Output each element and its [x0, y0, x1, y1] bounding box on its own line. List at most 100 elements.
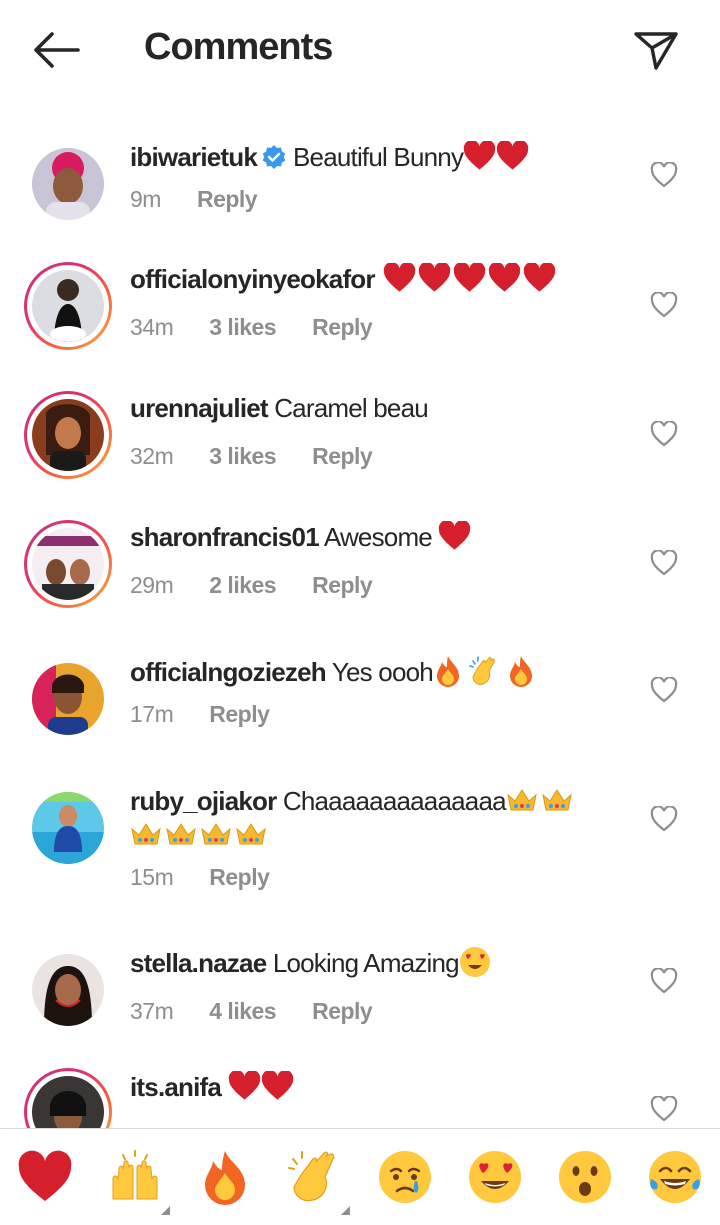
- heart-eyes-face-icon[interactable]: [467, 1149, 523, 1205]
- comment-meta: 9m Reply: [130, 186, 293, 213]
- comment-time: 17m: [130, 701, 174, 727]
- comment-meta: 34m 3 likes Reply: [130, 314, 408, 341]
- reply-button[interactable]: Reply: [197, 186, 258, 213]
- comment-username[interactable]: officialngoziezeh: [130, 657, 327, 687]
- heart-eyes-face-icon: [459, 947, 491, 978]
- comment-body: Beautiful Bunny: [293, 142, 464, 172]
- crown-icon: [506, 786, 541, 816]
- comment-body: Yes oooh: [331, 657, 434, 687]
- comment-username[interactable]: officialonyinyeokafor: [130, 264, 376, 294]
- red-heart-icon: [463, 140, 496, 172]
- comment-username[interactable]: its.anifa: [130, 1072, 222, 1102]
- avatar[interactable]: [24, 784, 112, 872]
- crown-icon: [165, 820, 200, 850]
- avatar[interactable]: [24, 1068, 112, 1130]
- crying-face-icon[interactable]: [377, 1149, 433, 1205]
- reply-button[interactable]: Reply: [209, 701, 270, 728]
- emoji-quick-bar: [0, 1128, 720, 1225]
- like-heart-icon[interactable]: [650, 161, 678, 188]
- crown-icon: [541, 786, 576, 816]
- comment-body: Caramel beau: [274, 393, 429, 423]
- more-variants-indicator: [161, 1206, 170, 1215]
- like-heart-icon[interactable]: [650, 291, 678, 318]
- more-variants-indicator: [341, 1206, 350, 1215]
- comment-meta: 29m 2 likes Reply: [130, 572, 408, 599]
- red-heart-icon: [486, 262, 521, 294]
- reply-button[interactable]: Reply: [312, 998, 373, 1025]
- comment-username[interactable]: ruby_ojiakor: [130, 786, 277, 816]
- comment-username[interactable]: stella.nazae: [130, 948, 267, 978]
- avatar[interactable]: [24, 946, 112, 1034]
- red-heart-icon: [381, 262, 416, 294]
- like-heart-icon[interactable]: [650, 805, 678, 832]
- comment-meta: 37m 4 likes Reply: [130, 998, 408, 1025]
- avatar[interactable]: [24, 655, 112, 743]
- send-icon[interactable]: [630, 26, 682, 74]
- comment-text: officialonyinyeokafor: [130, 262, 610, 296]
- verified-badge-icon: [261, 144, 287, 170]
- red-heart-icon: [521, 262, 556, 294]
- reply-button[interactable]: Reply: [209, 864, 270, 891]
- comment-time: 32m: [130, 443, 174, 469]
- clapping-hands-icon[interactable]: [287, 1149, 343, 1205]
- comment-text: its.anifa: [130, 1070, 610, 1104]
- page-title: Comments: [144, 26, 333, 68]
- comment-username[interactable]: sharonfrancis01: [130, 522, 320, 552]
- raising-hands-icon[interactable]: [107, 1149, 163, 1205]
- crown-icon: [130, 820, 165, 850]
- avatar[interactable]: [24, 140, 112, 228]
- like-heart-icon[interactable]: [650, 549, 678, 576]
- tears-of-joy-face-icon[interactable]: [647, 1149, 703, 1205]
- reply-button[interactable]: Reply: [312, 314, 373, 341]
- fire-icon: [506, 656, 536, 687]
- comment-time: 29m: [130, 572, 174, 598]
- reply-button[interactable]: Reply: [312, 572, 373, 599]
- avatar[interactable]: [24, 520, 112, 608]
- comment-username[interactable]: urennajuliet: [130, 393, 269, 423]
- comment-text: ibiwarietuk Beautiful Bunny: [130, 140, 610, 174]
- comment-list[interactable]: ibiwarietuk Beautiful Bunny 9m Reply offic…: [0, 100, 720, 1130]
- comment-text: stella.nazae Looking Amazing: [130, 946, 610, 980]
- like-heart-icon[interactable]: [650, 676, 678, 703]
- red-heart-icon: [261, 1070, 294, 1102]
- comment-meta: 17m Reply: [130, 701, 305, 728]
- crown-icon: [235, 820, 270, 850]
- comment-text: sharonfrancis01 Awesome: [130, 520, 610, 554]
- fire-icon: [433, 656, 463, 687]
- comment-text: urennajuliet Caramel beau: [130, 391, 610, 425]
- reply-button[interactable]: Reply: [312, 443, 373, 470]
- comment-time: 9m: [130, 186, 161, 212]
- comment-username[interactable]: ibiwarietuk: [130, 142, 258, 172]
- likes-count[interactable]: 4 likes: [209, 998, 276, 1025]
- comment-meta: 32m 3 likes Reply: [130, 443, 408, 470]
- red-heart-icon: [438, 520, 471, 552]
- red-heart-icon: [416, 262, 451, 294]
- likes-count[interactable]: 2 likes: [209, 572, 276, 599]
- clapping-hands-icon: [469, 656, 499, 687]
- red-heart-icon: [451, 262, 486, 294]
- crown-icon: [200, 820, 235, 850]
- like-heart-icon[interactable]: [650, 967, 678, 994]
- avatar[interactable]: [24, 391, 112, 479]
- red-heart-icon: [496, 140, 529, 172]
- comment-text: ruby_ojiakor Chaaaaaaaaaaaaaa: [130, 784, 610, 852]
- like-heart-icon[interactable]: [650, 1095, 678, 1122]
- comment-meta: 15m Reply: [130, 864, 305, 891]
- likes-count[interactable]: 3 likes: [209, 314, 276, 341]
- comment-time: 15m: [130, 864, 174, 890]
- red-heart-icon: [228, 1070, 261, 1102]
- comment-time: 37m: [130, 998, 174, 1024]
- comment-text: officialngoziezeh Yes oooh: [130, 655, 610, 689]
- likes-count[interactable]: 3 likes: [209, 443, 276, 470]
- comment-time: 34m: [130, 314, 174, 340]
- fire-icon[interactable]: [197, 1149, 253, 1205]
- avatar[interactable]: [24, 262, 112, 350]
- like-heart-icon[interactable]: [650, 420, 678, 447]
- comment-body: Looking Amazing: [272, 948, 460, 978]
- comment-body: Chaaaaaaaaaaaaaa: [282, 786, 507, 816]
- surprised-face-icon[interactable]: [557, 1149, 613, 1205]
- header: Comments: [0, 0, 720, 100]
- comment-body: Awesome: [323, 522, 433, 552]
- red-heart-icon[interactable]: [17, 1149, 73, 1205]
- back-arrow-icon[interactable]: [30, 28, 82, 72]
